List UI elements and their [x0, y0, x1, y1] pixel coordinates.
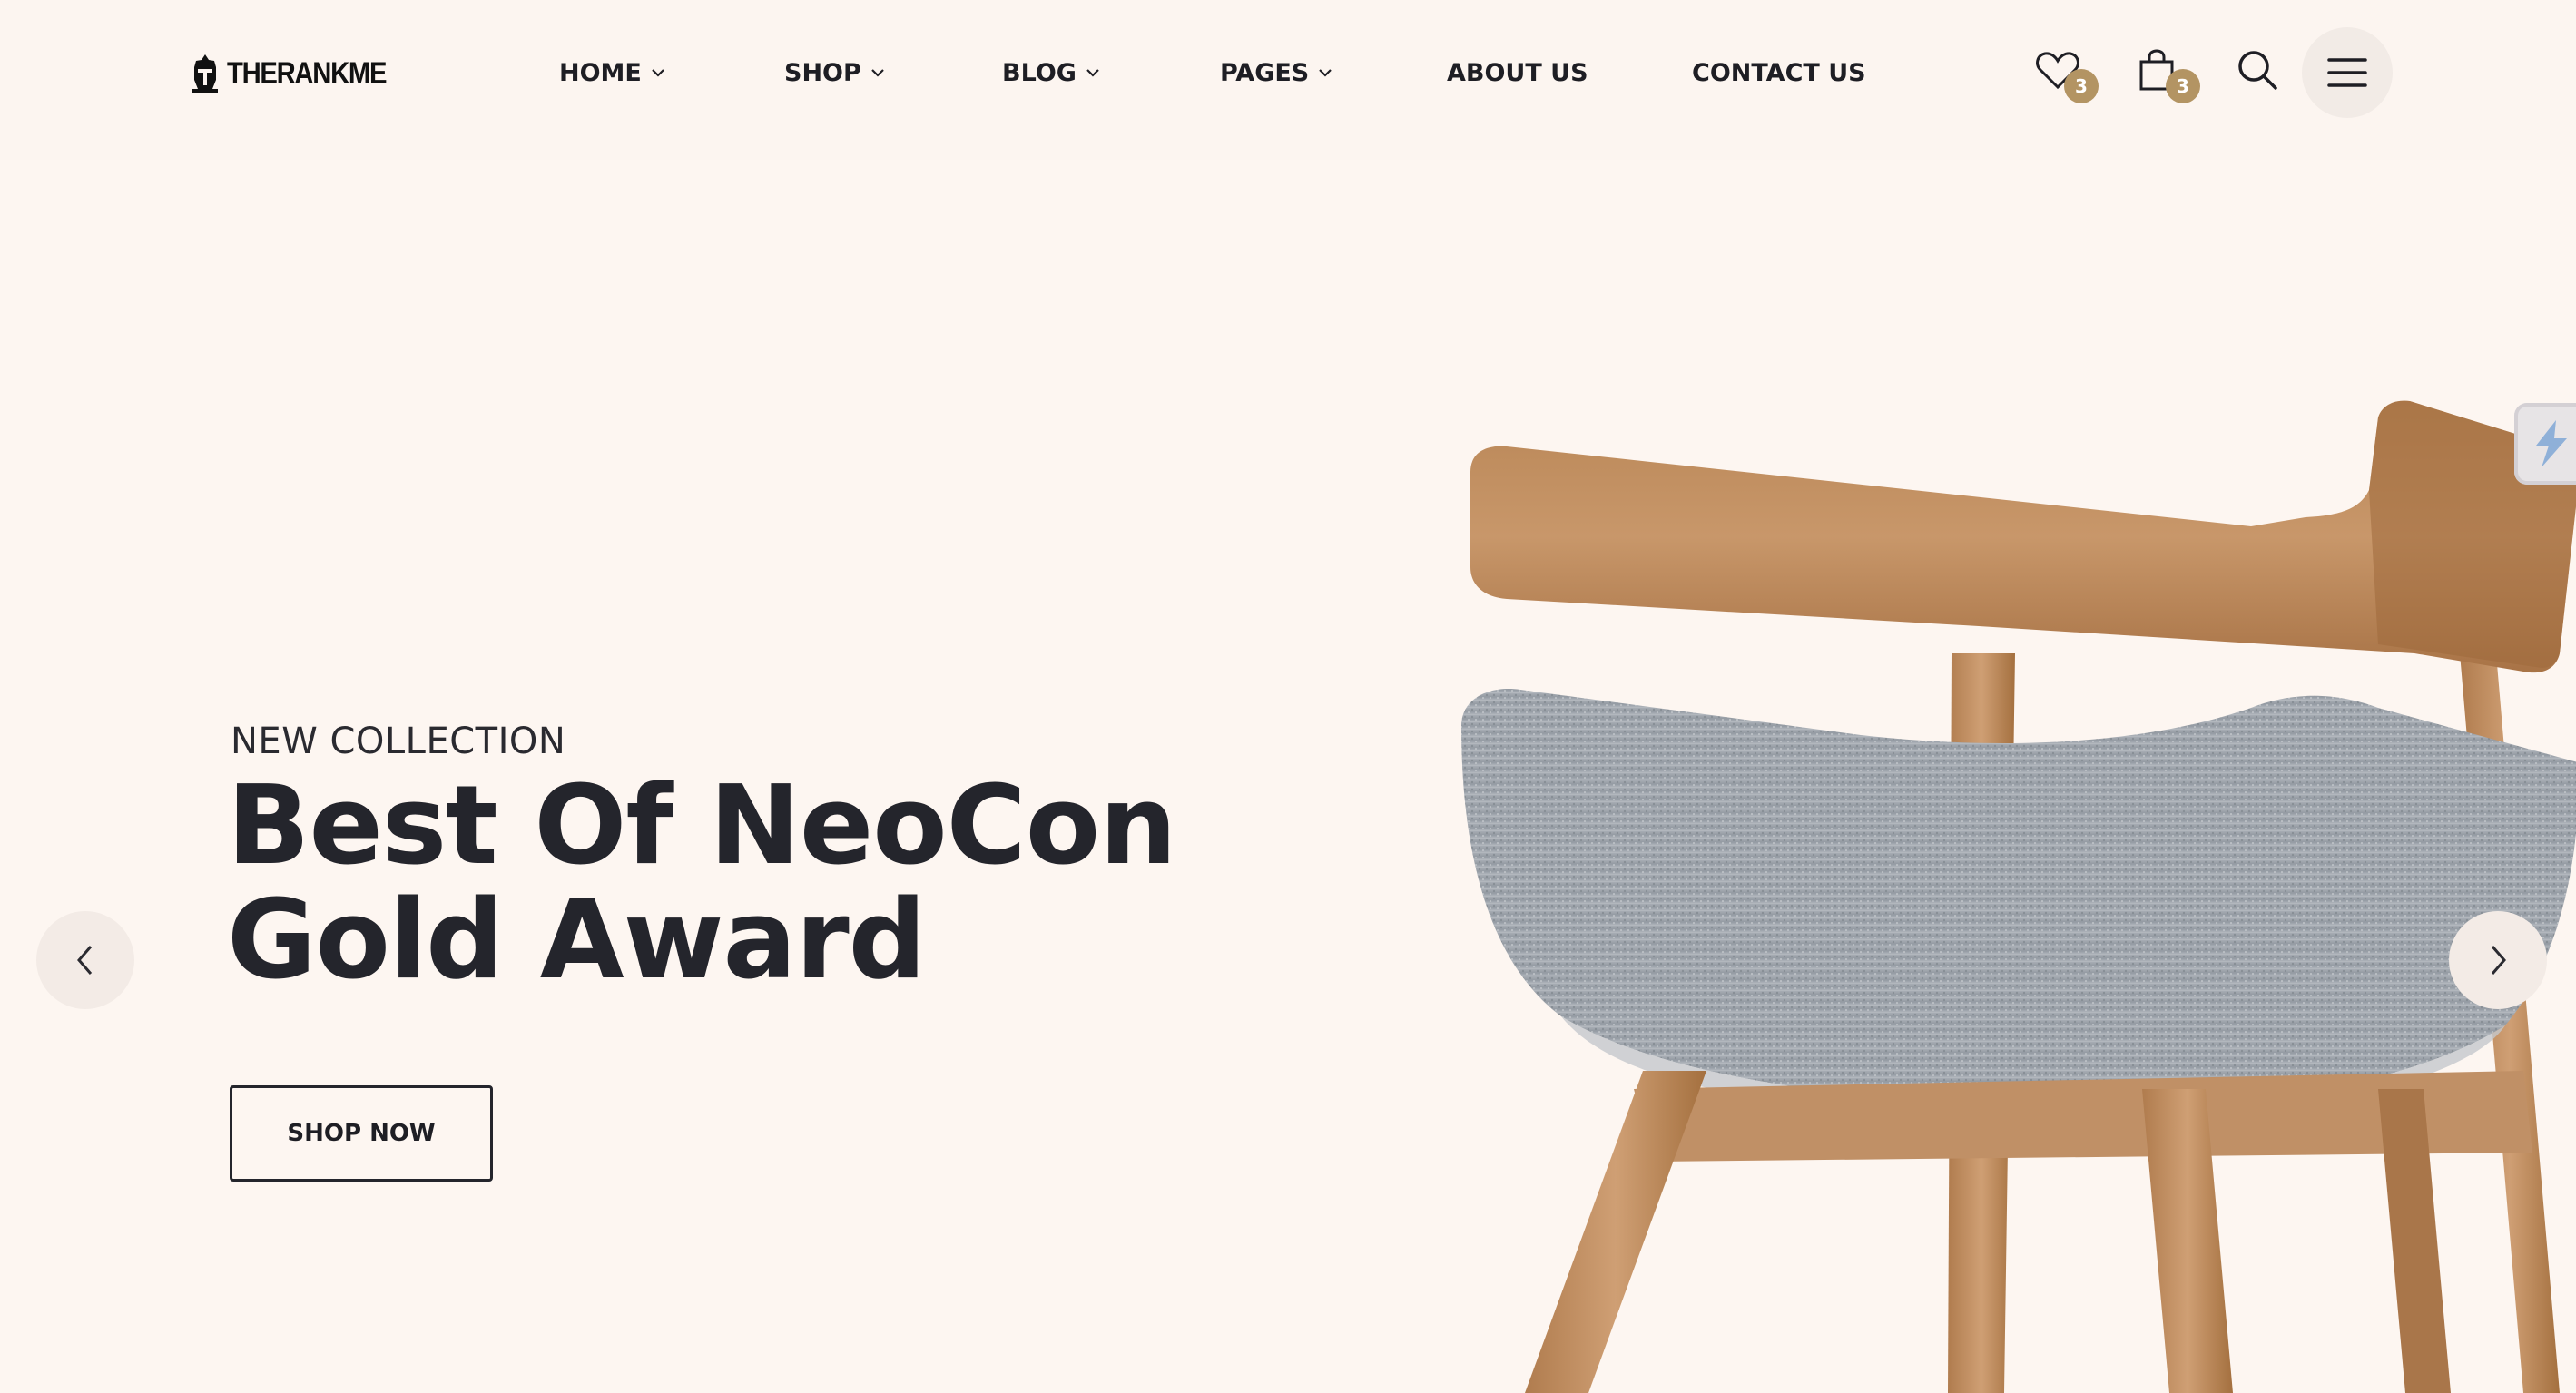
nav-blog[interactable]: BLOG — [1002, 54, 1100, 91]
nav-about-us[interactable]: ABOUT US — [1447, 54, 1588, 91]
nav-shop-label: SHOP — [784, 58, 861, 87]
cart-count-badge: 3 — [2166, 69, 2200, 103]
chevron-down-icon — [1319, 69, 1332, 77]
lightning-icon — [2536, 420, 2567, 467]
knight-helmet-logo-icon — [192, 54, 218, 93]
chevron-down-icon — [652, 69, 664, 77]
slider-prev-button[interactable] — [36, 911, 134, 1009]
hero-title-line-2: Gold Award — [227, 878, 927, 1004]
chevron-left-icon — [77, 946, 93, 975]
menu-button[interactable] — [2302, 27, 2393, 118]
nav-pages[interactable]: PAGES — [1220, 54, 1332, 91]
hero-subtitle: NEW COLLECTION — [231, 721, 566, 762]
nav-pages-label: PAGES — [1220, 58, 1310, 87]
nav-blog-label: BLOG — [1002, 58, 1077, 87]
hamburger-menu-icon — [2327, 58, 2367, 87]
search-icon — [2238, 51, 2277, 90]
chevron-down-icon — [871, 69, 884, 77]
nav-shop[interactable]: SHOP — [784, 54, 885, 91]
search-button[interactable] — [2237, 49, 2282, 94]
cart-button[interactable]: 3 — [2137, 47, 2209, 103]
hero-chair-image — [1461, 400, 2576, 1393]
wishlist-count-badge: 3 — [2064, 69, 2099, 103]
wishlist-button[interactable]: 3 — [2033, 49, 2106, 103]
slider-next-button[interactable] — [2449, 911, 2547, 1009]
nav-contact-us-label: CONTACT US — [1692, 58, 1866, 87]
hero-title-line-1: Best Of NeoCon — [227, 763, 1177, 889]
logo-text: THERANKME — [227, 55, 387, 91]
nav-contact-us[interactable]: CONTACT US — [1692, 54, 1866, 91]
nav-home-label: HOME — [559, 58, 642, 87]
chevron-down-icon — [1086, 69, 1099, 77]
shop-now-button[interactable]: SHOP NOW — [230, 1085, 493, 1182]
nav-home[interactable]: HOME — [559, 54, 665, 91]
chevron-right-icon — [2491, 946, 2506, 975]
nav-about-us-label: ABOUT US — [1447, 58, 1588, 87]
floating-side-widget[interactable] — [2514, 403, 2576, 485]
site-header: THERANKME HOME SHOP BLOG PAGES ABOUT US … — [0, 0, 2576, 160]
hero-title: Best Of NeoCon Gold Award — [227, 763, 1177, 1004]
site-logo[interactable]: THERANKME — [189, 51, 412, 96]
